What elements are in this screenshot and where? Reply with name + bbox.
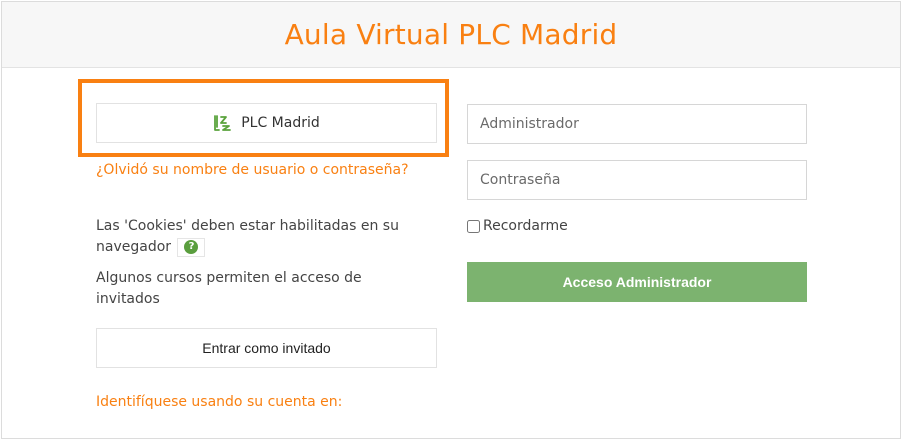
- plc-madrid-logo-icon: [214, 115, 232, 131]
- remember-me-checkbox[interactable]: [467, 219, 480, 233]
- identify-with-account-label: Identifíquese usando su cuenta en:: [96, 394, 343, 410]
- forgot-password-link[interactable]: ¿Olvidó su nombre de usuario o contraseñ…: [96, 162, 409, 178]
- cookies-help-button[interactable]: ?: [177, 237, 206, 257]
- login-header: Aula Virtual PLC Madrid: [2, 2, 900, 68]
- username-input[interactable]: [467, 104, 807, 144]
- password-input[interactable]: [467, 160, 807, 200]
- remember-me-label: Recordarme: [483, 218, 568, 234]
- login-submit-button[interactable]: Acceso Administrador: [467, 262, 807, 302]
- cookies-notice: Las 'Cookies' deben estar habilitadas en…: [96, 216, 426, 258]
- cookies-notice-text: Las 'Cookies' deben estar habilitadas en…: [96, 218, 399, 255]
- guest-login-button[interactable]: Entrar como invitado: [96, 328, 437, 368]
- guest-access-notice: Algunos cursos permiten el acceso de inv…: [96, 270, 362, 307]
- oauth-login-button[interactable]: PLC Madrid: [96, 103, 437, 143]
- remember-me-row[interactable]: Recordarme: [467, 217, 568, 235]
- question-circle-icon: ?: [184, 240, 199, 254]
- oauth-provider-label: PLC Madrid: [241, 115, 320, 131]
- page-title: Aula Virtual PLC Madrid: [284, 18, 618, 51]
